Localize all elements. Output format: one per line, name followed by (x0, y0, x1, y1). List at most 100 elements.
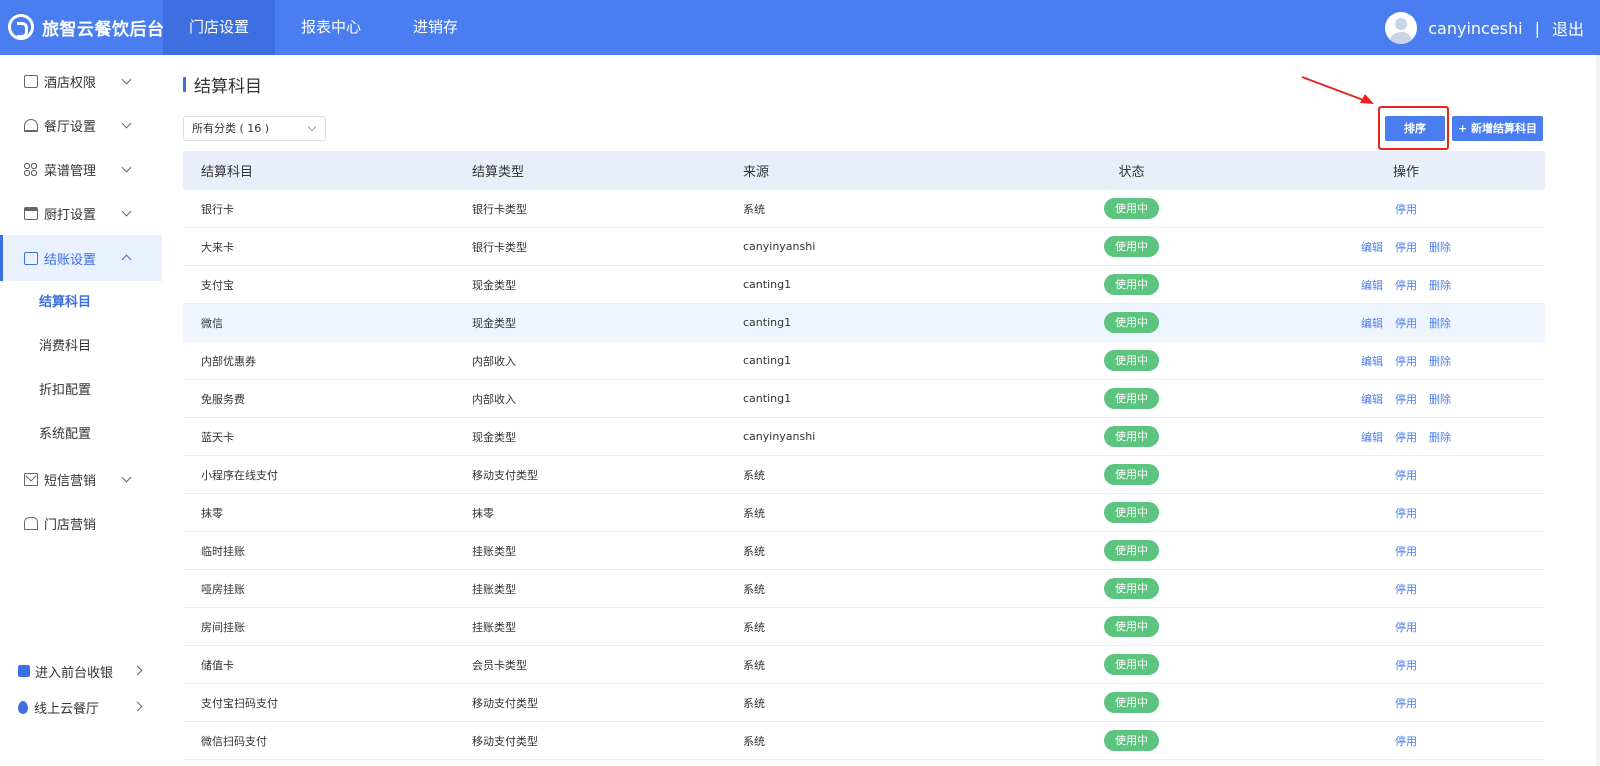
delete-link[interactable]: 删除 (1429, 391, 1451, 407)
user-separator: | (1534, 18, 1540, 38)
edit-link[interactable]: 编辑 (1361, 277, 1383, 293)
top-nav: 门店设置 报表中心 进销存 (163, 0, 484, 55)
title-bar-accent (183, 76, 186, 92)
disable-link[interactable]: 停用 (1395, 201, 1417, 217)
logout-link[interactable]: 退出 (1552, 16, 1584, 40)
disable-link[interactable]: 停用 (1395, 429, 1417, 445)
cell-ops: 编辑 停用 删除 (1267, 304, 1545, 341)
status-badge: 使用中 (1104, 578, 1159, 599)
cell-source: 系统 (743, 544, 765, 558)
cell-source: canting1 (743, 354, 792, 367)
chevron-down-icon (121, 162, 132, 173)
disable-link[interactable]: 停用 (1395, 657, 1417, 673)
sidebar-subitem-system[interactable]: 系统配置 (0, 413, 162, 457)
edit-link[interactable]: 编辑 (1361, 391, 1383, 407)
disable-link[interactable]: 停用 (1395, 353, 1417, 369)
bell-icon (24, 118, 38, 132)
cell-name: 临时挂账 (201, 544, 245, 558)
sidebar: 酒店权限 餐厅设置 菜谱管理 厨打设置 结账设置 结算科目 消费科目 折扣配置 … (0, 55, 162, 766)
status-badge: 使用中 (1104, 274, 1159, 295)
sidebar-item-label: 菜谱管理 (44, 163, 97, 179)
sidebar-item-checkout-settings[interactable]: 结账设置 (0, 235, 162, 281)
table-row: 免服务费 内部收入 canting1 使用中 编辑 停用 删除 (183, 380, 1545, 418)
brand[interactable]: 旅智云餐饮后台 (8, 12, 165, 42)
brand-name: 旅智云餐饮后台 (42, 19, 165, 40)
online-restaurant-link[interactable]: 线上云餐厅 (0, 689, 162, 725)
col-header-status: 状态 (1118, 165, 1145, 180)
cell-type: 银行卡类型 (472, 240, 527, 254)
table-row: 大来卡 银行卡类型 canyinyanshi 使用中 编辑 停用 删除 (183, 228, 1545, 266)
disable-link[interactable]: 停用 (1395, 315, 1417, 331)
table-row: 抹零 抹零 系统 使用中 停用 (183, 494, 1545, 532)
nav-report-center[interactable]: 报表中心 (275, 0, 387, 55)
disable-link[interactable]: 停用 (1395, 505, 1417, 521)
col-header-name: 结算科目 (201, 165, 254, 180)
disable-link[interactable]: 停用 (1395, 581, 1417, 597)
delete-link[interactable]: 删除 (1429, 315, 1451, 331)
edit-link[interactable]: 编辑 (1361, 353, 1383, 369)
col-header-type: 结算类型 (472, 165, 525, 180)
sidebar-item-menu-management[interactable]: 菜谱管理 (0, 147, 162, 191)
edit-link[interactable]: 编辑 (1361, 429, 1383, 445)
disable-link[interactable]: 停用 (1395, 733, 1417, 749)
cell-type: 挂账类型 (472, 582, 516, 596)
cell-source: 系统 (743, 468, 765, 482)
scrollbar[interactable] (1596, 55, 1600, 766)
sidebar-item-kitchen-print[interactable]: 厨打设置 (0, 191, 162, 235)
delete-link[interactable]: 删除 (1429, 353, 1451, 369)
status-badge: 使用中 (1104, 388, 1159, 409)
sidebar-subitem-discount[interactable]: 折扣配置 (0, 369, 162, 413)
sidebar-item-sms-marketing[interactable]: 短信营销 (0, 457, 162, 501)
cell-name: 蓝天卡 (201, 430, 234, 444)
edit-link[interactable]: 编辑 (1361, 315, 1383, 331)
disable-link[interactable]: 停用 (1395, 543, 1417, 559)
cell-type: 挂账类型 (472, 620, 516, 634)
cell-name: 抹零 (201, 506, 223, 520)
cell-source: 系统 (743, 202, 765, 216)
category-filter-select[interactable]: 所有分类 ( 16 ) (183, 116, 326, 141)
page-title-text: 结算科目 (194, 76, 262, 97)
cell-source: canyinyanshi (743, 430, 816, 443)
cell-name: 大来卡 (201, 240, 234, 254)
sidebar-item-restaurant-settings[interactable]: 餐厅设置 (0, 103, 162, 147)
cell-source: 系统 (743, 734, 765, 748)
sidebar-item-hotel-permission[interactable]: 酒店权限 (0, 59, 162, 103)
cell-name: 微信扫码支付 (201, 734, 267, 748)
sidebar-item-store-marketing[interactable]: 门店营销 (0, 501, 162, 545)
col-header-source: 来源 (743, 165, 770, 180)
cell-type: 现金类型 (472, 430, 516, 444)
delete-link[interactable]: 删除 (1429, 429, 1451, 445)
user-area: canyinceshi | 退出 (1385, 12, 1584, 44)
cell-status: 使用中 (996, 304, 1267, 341)
delete-link[interactable]: 删除 (1429, 239, 1451, 255)
sidebar-item-label: 酒店权限 (44, 75, 97, 91)
nav-inventory[interactable]: 进销存 (387, 0, 484, 55)
avatar[interactable] (1385, 12, 1418, 44)
disable-link[interactable]: 停用 (1395, 619, 1417, 635)
status-badge: 使用中 (1104, 502, 1159, 523)
sidebar-subitem-consumption[interactable]: 消费科目 (0, 325, 162, 369)
status-badge: 使用中 (1104, 654, 1159, 675)
nav-store-settings[interactable]: 门店设置 (163, 0, 275, 55)
cell-source: 系统 (743, 696, 765, 710)
sort-button[interactable]: 排序 (1385, 116, 1445, 141)
sidebar-subitem-settlement[interactable]: 结算科目 (0, 281, 162, 325)
username[interactable]: canyinceshi (1428, 19, 1522, 38)
disable-link[interactable]: 停用 (1395, 391, 1417, 407)
cell-status: 使用中 (996, 570, 1267, 607)
disable-link[interactable]: 停用 (1395, 239, 1417, 255)
disable-link[interactable]: 停用 (1395, 277, 1417, 293)
delete-link[interactable]: 删除 (1429, 277, 1451, 293)
enter-cashier-link[interactable]: 进入前台收银 (0, 653, 162, 689)
disable-link[interactable]: 停用 (1395, 695, 1417, 711)
cell-source: 系统 (743, 582, 765, 596)
cell-status: 使用中 (996, 190, 1267, 227)
status-badge: 使用中 (1104, 616, 1159, 637)
cell-ops: 停用 (1267, 494, 1545, 531)
chevron-right-icon (132, 701, 143, 712)
edit-link[interactable]: 编辑 (1361, 239, 1383, 255)
table-row: 储值卡 会员卡类型 系统 使用中 停用 (183, 646, 1545, 684)
add-settlement-button[interactable]: + 新增结算科目 (1452, 116, 1543, 141)
disable-link[interactable]: 停用 (1395, 467, 1417, 483)
status-badge: 使用中 (1104, 198, 1159, 219)
